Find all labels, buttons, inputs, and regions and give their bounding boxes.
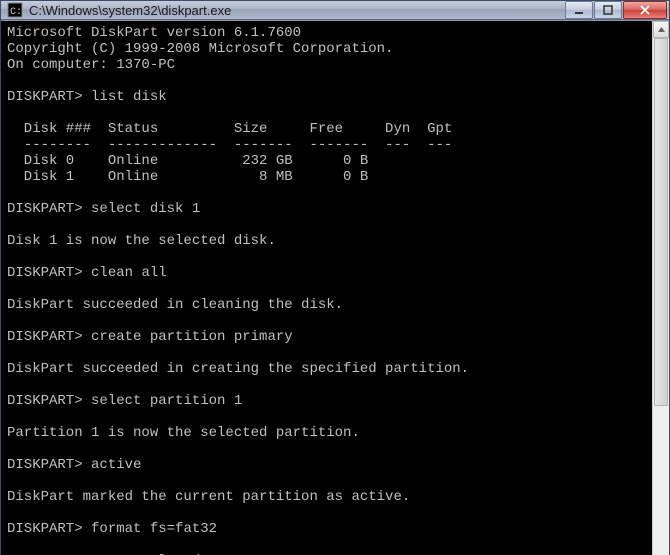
app-window: C: C:\Windows\system32\diskpart.exe xyxy=(0,0,670,555)
response-line: Disk 1 is now the selected disk. xyxy=(7,233,276,249)
vertical-scrollbar[interactable] xyxy=(652,21,669,555)
window-buttons xyxy=(564,1,667,19)
console-output[interactable]: Microsoft DiskPart version 6.1.7600 Copy… xyxy=(1,21,652,555)
console-area: Microsoft DiskPart version 6.1.7600 Copy… xyxy=(1,21,669,555)
app-icon: C: xyxy=(7,2,23,18)
titlebar[interactable]: C: C:\Windows\system32\diskpart.exe xyxy=(1,1,669,20)
svg-text:C:: C: xyxy=(10,7,22,18)
header-line: Copyright (C) 1999-2008 Microsoft Corpor… xyxy=(7,41,393,57)
command-text: create partition primary xyxy=(91,329,293,345)
minimize-button[interactable] xyxy=(565,1,593,19)
close-button[interactable] xyxy=(623,1,667,19)
maximize-button[interactable] xyxy=(594,1,622,19)
header-line: Microsoft DiskPart version 6.1.7600 xyxy=(7,25,301,41)
header-line: On computer: 1370-PC xyxy=(7,57,175,73)
response-line: DiskPart succeeded in creating the speci… xyxy=(7,361,469,377)
prompt: DISKPART> xyxy=(7,201,83,217)
prompt: DISKPART> xyxy=(7,393,83,409)
command-text: select partition 1 xyxy=(91,393,242,409)
prompt: DISKPART> xyxy=(7,457,83,473)
table-row: Disk 1 Online 8 MB 0 B xyxy=(7,169,368,185)
scroll-thumb[interactable] xyxy=(654,38,668,406)
response-line: DiskPart succeeded in cleaning the disk. xyxy=(7,297,343,313)
table-row: Disk 0 Online 232 GB 0 B xyxy=(7,153,368,169)
prompt: DISKPART> xyxy=(7,89,83,105)
command-text: format fs=fat32 xyxy=(91,521,217,537)
response-line: DiskPart marked the current partition as… xyxy=(7,489,410,505)
command-text: list disk xyxy=(91,89,167,105)
prompt: DISKPART> xyxy=(7,265,83,281)
command-text: select disk 1 xyxy=(91,201,200,217)
scroll-track[interactable] xyxy=(653,38,669,555)
command-text: active xyxy=(91,457,141,473)
prompt: DISKPART> xyxy=(7,329,83,345)
response-line: Partition 1 is now the selected partitio… xyxy=(7,425,360,441)
prompt: DISKPART> xyxy=(7,521,83,537)
table-header: Disk ### Status Size Free Dyn Gpt xyxy=(7,121,452,137)
command-text: clean all xyxy=(91,265,167,281)
scroll-up-button[interactable] xyxy=(653,21,669,38)
window-title: C:\Windows\system32\diskpart.exe xyxy=(29,3,564,18)
table-rule: -------- ------------- ------- ------- -… xyxy=(7,137,452,153)
